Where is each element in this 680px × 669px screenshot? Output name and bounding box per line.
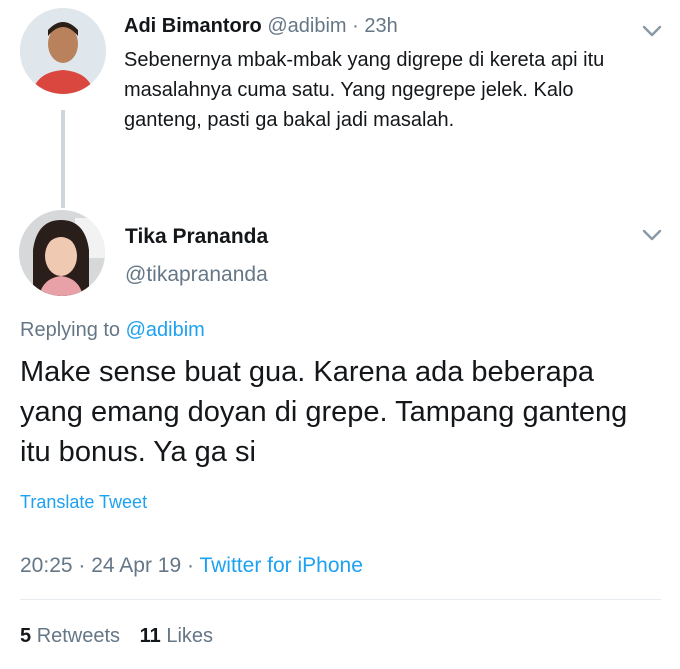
avatar-tika-prananda[interactable] [19,210,105,296]
avatar-adi-bimantoro[interactable] [20,8,106,94]
replying-to-line: Replying to @adibim [20,316,205,344]
likes-count: 11 [139,625,161,647]
parent-separator: · [352,15,359,37]
parent-tweet-text: Sebenernya mbak-mbak yang digrepe di ker… [124,49,605,131]
main-tweet-text: Make sense buat gua. Karena ada beberapa… [20,356,628,468]
main-menu-button[interactable] [640,226,664,244]
replying-to-label: Replying to [20,319,121,341]
retweets-count: 5 [20,625,32,647]
chevron-down-icon [642,25,662,37]
metadata-separator: · [187,554,194,577]
parent-timestamp[interactable]: 23h [364,15,397,37]
avatar-image [19,210,105,296]
engagement-stats: 5 Retweets 11 Likes [20,622,213,650]
retweets-label: Retweets [36,625,121,647]
thread-connector-line [61,110,65,208]
replying-to-handle[interactable]: @adibim [126,319,205,341]
parent-tweet-header: Adi Bimantoro @adibim · 23h [124,13,398,39]
main-author-handle[interactable]: @tikaprananda [125,261,268,289]
parent-author-handle[interactable]: @adibim [267,15,346,37]
likes-stat[interactable]: 11 Likes [140,625,213,647]
retweets-stat[interactable]: 5 Retweets [20,625,126,647]
main-author-name[interactable]: Tika Prananda [125,223,268,251]
likes-label: Likes [166,625,214,647]
divider [20,599,661,600]
tweet-metadata: 20:25 · 24 Apr 19 · Twitter for iPhone [20,552,363,580]
parent-author-name[interactable]: Adi Bimantoro [124,15,262,37]
tweet-source-link[interactable]: Twitter for iPhone [199,554,362,577]
tweet-date[interactable]: 24 Apr 19 [91,554,181,577]
metadata-separator: · [78,554,86,577]
parent-menu-button[interactable] [640,22,664,40]
tweet-time[interactable]: 20:25 [20,554,73,577]
translate-tweet-link[interactable]: Translate Tweet [20,490,147,514]
chevron-down-icon [642,229,662,241]
avatar-image [20,8,106,94]
